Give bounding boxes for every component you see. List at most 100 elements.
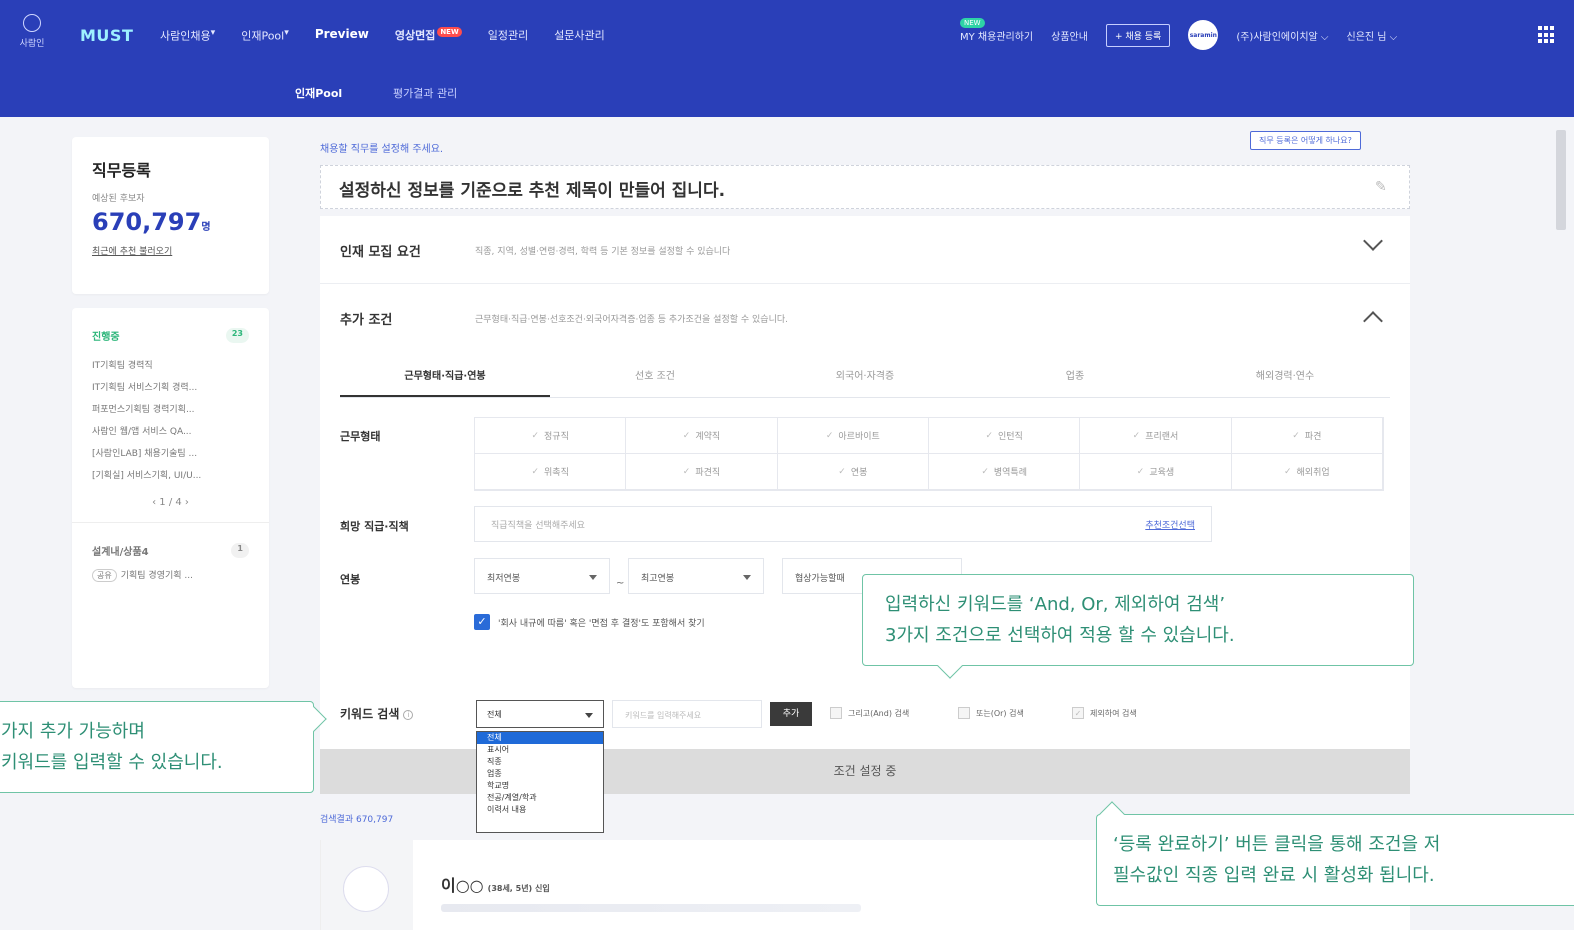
dropdown-option[interactable]: 전공/계열/학과	[477, 792, 603, 804]
section2-count: 1	[231, 543, 249, 558]
post-job-button[interactable]: + 채용 등록	[1105, 23, 1171, 47]
callout-text: 가지 추가 가능하며	[1, 721, 145, 742]
dropdown-option[interactable]: 업종	[477, 768, 603, 780]
or-search-option[interactable]: 또는(Or) 검색	[958, 707, 1024, 719]
nav-item-video-interview[interactable]: 영상면접 NEW	[395, 27, 462, 44]
list-item[interactable]: 공유 기획팀 경영기획 ...	[92, 568, 249, 582]
work-type-option[interactable]: 위촉직	[475, 454, 627, 490]
salary-dash: ~	[616, 578, 625, 589]
include-negotiable-checkbox[interactable]: ✓ '회사 내규에 따름' 혹은 '면접 후 결정'도 포함해서 찾기	[474, 614, 705, 630]
work-type-option[interactable]: 해외취업	[1231, 454, 1383, 490]
in-progress-count: 23	[225, 328, 249, 343]
condition-tabs: 근무형태·직급·연봉 선호 조건 외국어·자격증 업종 해외경력·연수	[340, 358, 1390, 398]
candidate-summary-blurred	[441, 904, 861, 912]
page-scrollbar[interactable]	[1556, 130, 1566, 930]
list-item[interactable]: [기획실] 서비스기획, UI/U...	[92, 465, 249, 487]
in-progress-header: 진행중 23	[92, 328, 249, 343]
profile-photo	[321, 840, 413, 930]
work-type-option[interactable]: 파견	[1231, 418, 1383, 454]
divider	[72, 522, 269, 523]
nav-item-preview[interactable]: Preview	[315, 27, 369, 44]
chevron-down-icon	[743, 575, 751, 580]
top-right-actions: NEW MY 채용관리하기 상품안내 + 채용 등록 saramin (주)사람인…	[960, 17, 1398, 50]
work-type-label: 근무형태	[340, 430, 381, 443]
dropdown-option[interactable]: 직종	[477, 756, 603, 768]
rank-input[interactable]: 직급직책을 선택해주세요 추천조건선택	[474, 506, 1212, 542]
checkbox-checked-icon[interactable]: ✓	[474, 614, 490, 630]
product-info-link[interactable]: 상품안내	[1051, 28, 1088, 43]
home-button[interactable]: 사람인	[10, 14, 54, 58]
salary-max-select[interactable]: 최고연봉	[628, 558, 764, 594]
nav-item-talent-pool[interactable]: 인재Pool▾	[241, 27, 289, 44]
dropdown-option[interactable]: 전체	[477, 732, 603, 744]
scrollbar-thumb[interactable]	[1556, 130, 1566, 230]
nav-item-saramin-recruit[interactable]: 사람인채용▾	[160, 27, 215, 44]
checkbox-icon	[958, 707, 970, 719]
work-type-option[interactable]: 계약직	[626, 418, 778, 454]
new-badge: NEW	[437, 27, 462, 37]
chevron-up-icon[interactable]	[1363, 311, 1383, 331]
tab-preferred[interactable]: 선호 조건	[550, 358, 760, 397]
list-item[interactable]: 사람인 웹/앱 서비스 QA...	[92, 421, 249, 443]
list-item[interactable]: 퍼포먼스기획팀 경력기획...	[92, 399, 249, 421]
work-type-option[interactable]: 병역특례	[928, 454, 1081, 490]
exclude-search-option[interactable]: ✓ 제외하여 검색	[1072, 707, 1137, 719]
how-to-register-button[interactable]: 직무 등록은 어떻게 하나요?	[1250, 131, 1361, 150]
callout-text: 키워드를 입력할 수 있습니다.	[1, 752, 223, 773]
chevron-down-icon	[589, 575, 597, 580]
dropdown-option[interactable]: 이력서 내용	[477, 804, 603, 816]
company-selector[interactable]: (주)사람인에이치알 ⌵	[1236, 28, 1328, 43]
keyword-add-button[interactable]: 추가	[770, 702, 812, 726]
app-grid-icon[interactable]	[1538, 26, 1556, 44]
brand-logo[interactable]: MUST	[80, 26, 133, 45]
dropdown-option[interactable]: 표시어	[477, 744, 603, 756]
sub-navigation: 인재Pool 평가결과 관리	[0, 73, 1574, 117]
work-type-option[interactable]: 교육생	[1080, 454, 1232, 490]
list-pager[interactable]: ‹ 1 / 4 ›	[92, 497, 249, 508]
subnav-talent-pool[interactable]: 인재Pool	[295, 85, 342, 101]
work-type-grid: 정규직 계약직 아르바이트 인턴직 프리랜서 파견 위촉직 파견직 연봉 병역특…	[474, 417, 1384, 491]
avatar-placeholder-icon	[343, 866, 389, 912]
work-type-option[interactable]: 아르바이트	[777, 418, 929, 454]
dropdown-option[interactable]: 학교명	[477, 780, 603, 792]
chevron-down-icon[interactable]	[1363, 231, 1383, 251]
section-recruit-requirements[interactable]: 인재 모집 요건 직종, 지역, 성별·연령·경력, 학력 등 기본 정보를 설…	[320, 216, 1410, 284]
work-type-option[interactable]: 파견직	[626, 454, 778, 490]
job-list: IT기획팀 경력직 IT기획팀 서비스기획 경력... 퍼포먼스기획팀 경력기획…	[92, 355, 249, 487]
nav-item-survey[interactable]: 설문사관리	[554, 27, 605, 44]
user-menu[interactable]: 신은진 님 ⌵	[1347, 28, 1398, 43]
my-recruit-link[interactable]: NEW MY 채용관리하기	[960, 17, 1033, 43]
edit-pencil-icon[interactable]: ✎	[1375, 179, 1391, 195]
work-type-option[interactable]: 연봉	[777, 454, 929, 490]
rank-recommend-link[interactable]: 추천조건선택	[1145, 518, 1195, 531]
and-search-option[interactable]: 그리고(And) 검색	[830, 707, 909, 719]
list-item[interactable]: IT기획팀 경력직	[92, 355, 249, 377]
section-additional-conditions[interactable]: 추가 조건 근무형태·직급·연봉·선호조건·외국어자격증·업종 등 추가조건을 …	[320, 284, 1410, 352]
condition-panel: 인재 모집 요건 직종, 지역, 성별·연령·경력, 학력 등 기본 정보를 설…	[320, 216, 1410, 794]
work-type-option[interactable]: 정규직	[475, 418, 627, 454]
section-label: 추가 조건	[340, 313, 393, 328]
tab-work-type[interactable]: 근무형태·직급·연봉	[340, 358, 550, 397]
tab-overseas[interactable]: 해외경력·연수	[1180, 358, 1390, 397]
home-icon	[23, 14, 41, 32]
tab-language[interactable]: 외국어·자격증	[760, 358, 970, 397]
list-item[interactable]: [사람인LAB] 채용기술팀 ...	[92, 443, 249, 465]
keyword-label: 키워드 검색 i	[340, 705, 414, 722]
subnav-evaluation[interactable]: 평가결과 관리	[393, 85, 457, 101]
work-type-option[interactable]: 프리랜서	[1080, 418, 1232, 454]
list-item[interactable]: IT기획팀 서비스기획 경력...	[92, 377, 249, 399]
salary-min-select[interactable]: 최저연봉	[474, 558, 610, 594]
chevron-down-icon	[585, 713, 593, 718]
load-recommend-link[interactable]: 최근에 추천 불러오기	[92, 244, 249, 257]
recommended-title-box[interactable]: 설정하신 정보를 기준으로 추천 제목이 만들어 집니다. ✎	[320, 165, 1410, 209]
keyword-scope-select[interactable]: 전체	[476, 700, 604, 728]
keyword-input[interactable]: 키워드를 입력해주세요	[612, 700, 762, 728]
keyword-search-row: 키워드 검색 i 전체 키워드를 입력해주세요 추가 그리고(And) 검색 또는…	[340, 700, 1390, 730]
job-register-card: 직무등록 예상된 후보자 670,797명 최근에 추천 불러오기	[72, 137, 269, 294]
callout-and-or-exclude: 입력하신 키워드를 ‘And, Or, 제외하여 검색’ 3가지 조건으로 선택…	[862, 574, 1414, 679]
info-icon[interactable]: i	[403, 709, 414, 720]
work-type-option[interactable]: 인턴직	[928, 418, 1081, 454]
company-avatar[interactable]: saramin	[1188, 20, 1219, 50]
nav-item-schedule[interactable]: 일정관리	[488, 27, 528, 44]
tab-industry[interactable]: 업종	[970, 358, 1180, 397]
